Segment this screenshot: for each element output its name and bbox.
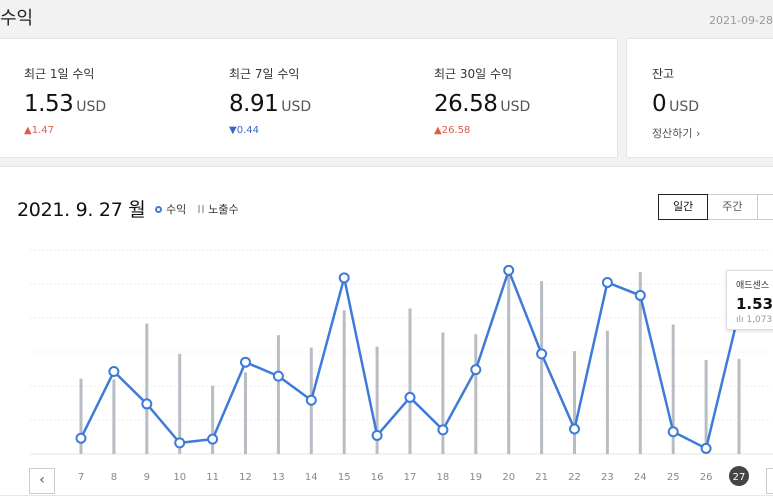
prev-period-button[interactable]: ‹ xyxy=(29,468,55,494)
x-tick-label: 15 xyxy=(338,472,351,483)
impressions-bar xyxy=(573,351,576,454)
x-tick-label: 20 xyxy=(502,472,515,483)
revenue-point xyxy=(603,278,612,287)
impressions-bar xyxy=(507,274,510,454)
revenue-point xyxy=(702,444,711,453)
x-tick-label: 17 xyxy=(404,472,417,483)
revenue-point xyxy=(438,425,447,434)
impressions-bar xyxy=(244,372,247,454)
revenue-point xyxy=(669,427,678,436)
x-tick-label: 14 xyxy=(305,472,318,483)
tooltip-impressions: ılı 1,073 xyxy=(736,315,773,325)
revenue-point xyxy=(274,372,283,381)
impressions-bar xyxy=(738,359,741,454)
revenue-chart: 7 8 9 10 11 12 13 14 15 16 17 18 19 20 21 22 23 24 25 26 27 xyxy=(0,0,773,487)
chart-tooltip: 애드센스 1.53 ılı 1,073 xyxy=(726,270,773,330)
x-tick-label: 19 xyxy=(469,472,482,483)
revenue-point xyxy=(307,396,316,405)
impressions-bar xyxy=(474,334,477,454)
impressions-bar xyxy=(441,332,444,454)
revenue-point xyxy=(142,399,151,408)
next-period-button[interactable] xyxy=(766,468,773,494)
revenue-point xyxy=(175,438,184,447)
impressions-bar xyxy=(606,331,609,454)
revenue-point xyxy=(241,358,250,367)
impressions-bar xyxy=(112,379,115,454)
revenue-point xyxy=(537,349,546,358)
revenue-point xyxy=(340,273,349,282)
x-tick-label: 24 xyxy=(634,472,647,483)
revenue-point xyxy=(373,431,382,440)
x-tick-label: 8 xyxy=(111,472,117,483)
x-tick-label: 26 xyxy=(700,472,713,483)
x-tick-label: 16 xyxy=(371,472,384,483)
x-tick-label: 13 xyxy=(272,472,285,483)
x-tick-label: 10 xyxy=(173,472,186,483)
revenue-point xyxy=(208,435,217,444)
impressions-bar xyxy=(409,309,412,454)
revenue-point xyxy=(636,291,645,300)
tooltip-label: 애드센스 xyxy=(736,278,773,291)
impressions-bar xyxy=(145,324,148,454)
x-tick-label: 12 xyxy=(239,472,252,483)
x-tick-label: 9 xyxy=(144,472,150,483)
x-tick-label: 21 xyxy=(535,472,548,483)
impressions-bar xyxy=(343,310,346,454)
x-tick-label: 23 xyxy=(601,472,614,483)
revenue-point xyxy=(471,365,480,374)
tooltip-value: 1.53 xyxy=(736,295,773,313)
bar-marker-icon: ılı xyxy=(736,315,746,325)
x-tick-label: 22 xyxy=(568,472,581,483)
revenue-point xyxy=(504,266,513,275)
revenue-point xyxy=(109,367,118,376)
tab-daily[interactable]: 일간 xyxy=(658,194,708,220)
impressions-bar xyxy=(540,281,543,454)
x-tick-label: 25 xyxy=(667,472,680,483)
impressions-bar xyxy=(277,335,280,454)
x-tick-label: 27 xyxy=(733,472,746,483)
revenue-point xyxy=(77,434,86,443)
chevron-left-icon: ‹ xyxy=(39,472,45,488)
x-tick-label: 7 xyxy=(78,472,84,483)
x-tick-label: 18 xyxy=(437,472,450,483)
revenue-point xyxy=(570,424,579,433)
revenue-point xyxy=(406,393,415,402)
x-tick-label: 11 xyxy=(206,472,219,483)
